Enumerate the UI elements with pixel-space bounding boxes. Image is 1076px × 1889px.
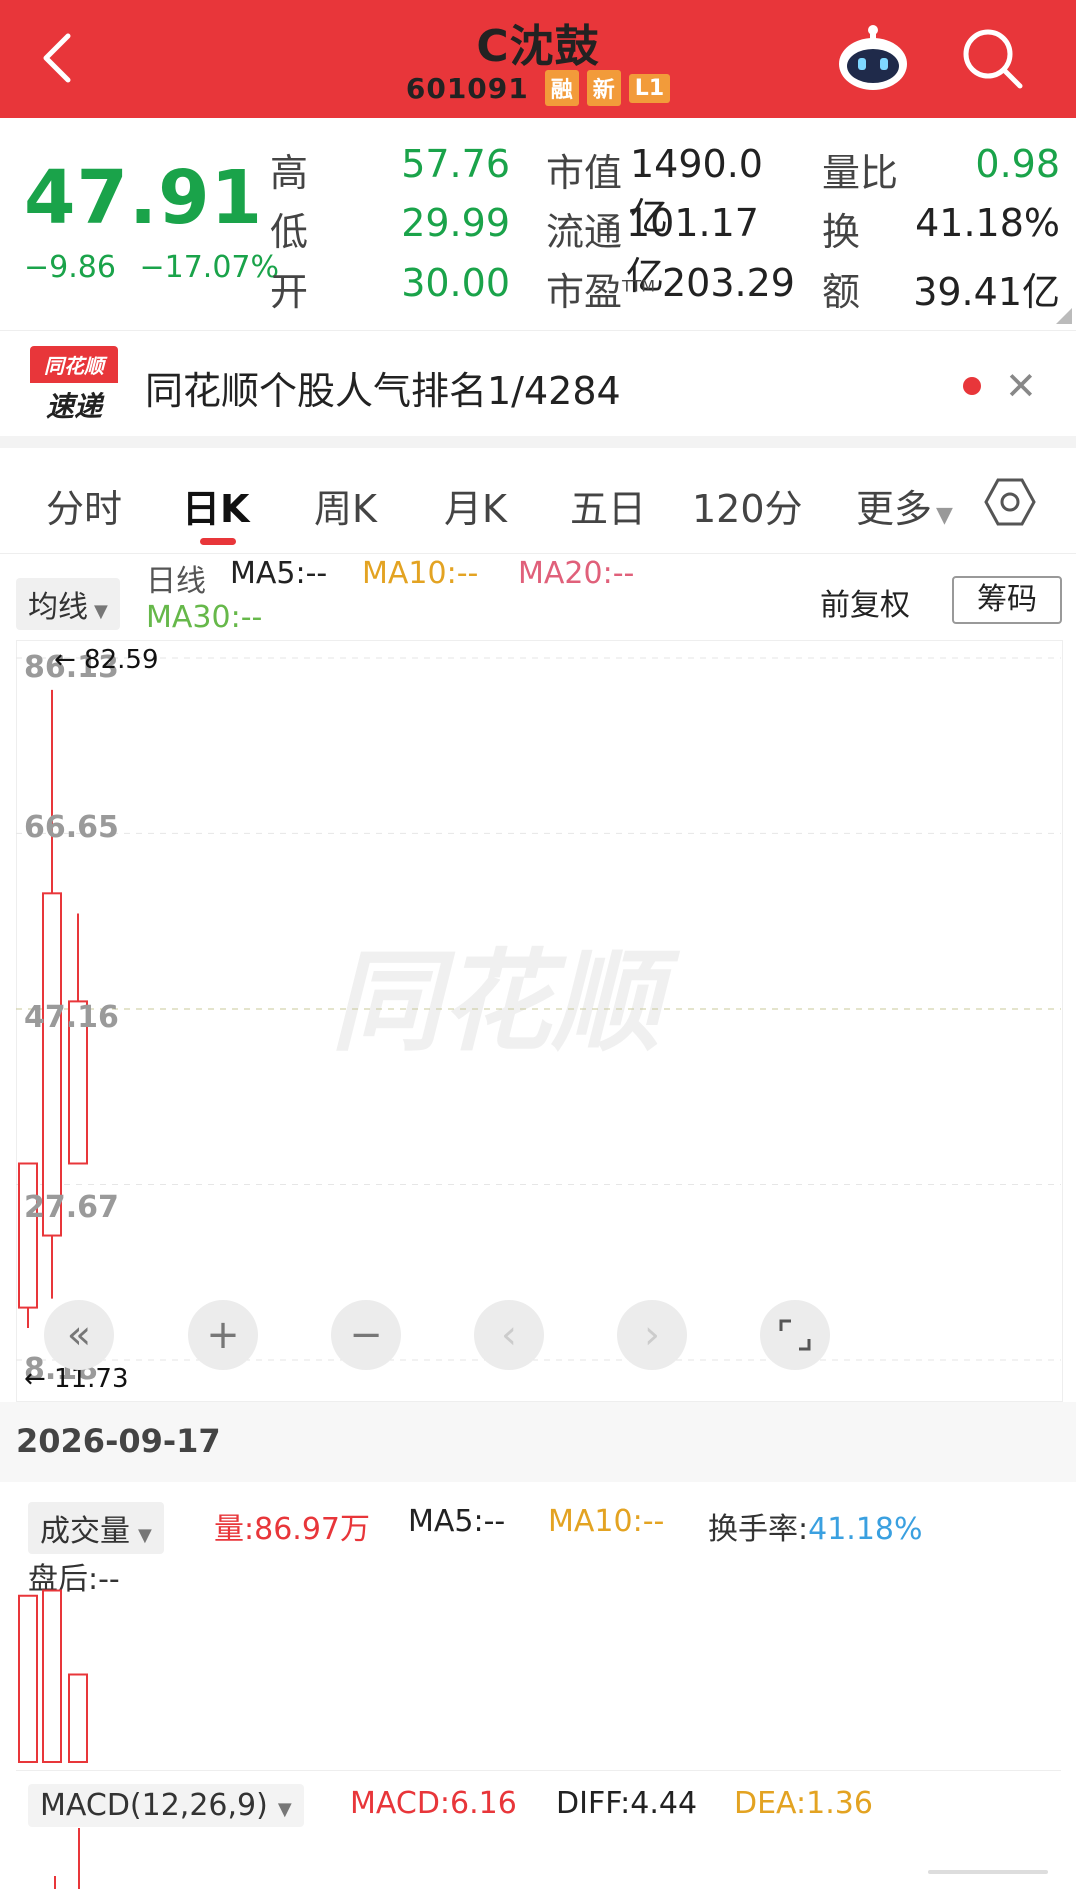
selected-date: 2026-09-17 bbox=[16, 1422, 221, 1460]
new-tag: 新 bbox=[586, 70, 621, 106]
tab-monthly-k[interactable]: 月K bbox=[444, 478, 507, 533]
ma30-value: MA30:-- bbox=[146, 600, 263, 635]
ttm-label: TTM bbox=[622, 276, 656, 296]
logo-bottom-text: 速递 bbox=[45, 390, 102, 423]
macd-bar bbox=[78, 1828, 80, 1889]
turnover-value: 41.18% bbox=[915, 201, 1060, 245]
popularity-rank-text[interactable]: 同花顺个股人气排名1/4284 bbox=[145, 360, 621, 415]
change-amount: −9.86 bbox=[24, 250, 116, 285]
macd-selector[interactable]: MACD(12,26,9) ▼ bbox=[28, 1784, 304, 1827]
search-icon[interactable] bbox=[958, 24, 1028, 94]
rewind-button[interactable]: « bbox=[44, 1300, 114, 1370]
close-icon[interactable]: ✕ bbox=[1005, 364, 1037, 408]
y-axis-label: 66.65 bbox=[24, 810, 119, 845]
level1-tag: L1 bbox=[628, 73, 671, 103]
active-tab-indicator bbox=[200, 538, 236, 545]
float-cap-label: 流通 bbox=[546, 210, 623, 254]
chips-button[interactable]: 筹码 bbox=[952, 576, 1062, 624]
y-axis-label: 47.16 bbox=[24, 1000, 119, 1035]
low-value: 29.99 bbox=[401, 201, 510, 245]
divider bbox=[0, 436, 1076, 448]
tab-intraday[interactable]: 分时 bbox=[46, 478, 122, 533]
dea-value: DEA:1.36 bbox=[734, 1786, 873, 1821]
diff-value: DIFF:4.44 bbox=[556, 1786, 698, 1821]
watermark: 同花顺 bbox=[331, 938, 681, 1066]
pe-label-text: 市盈 bbox=[546, 270, 623, 314]
zoom-in-button[interactable]: + bbox=[188, 1300, 258, 1370]
stock-name: C沈鼓 bbox=[476, 21, 600, 72]
ma10-value: MA10:-- bbox=[362, 556, 479, 591]
tab-more[interactable]: 更多 ▼ bbox=[856, 478, 953, 533]
low-label: 低 bbox=[270, 210, 309, 254]
tab-weekly-k[interactable]: 周K bbox=[314, 478, 377, 533]
change-percent: −17.07% bbox=[139, 250, 280, 285]
candle-body bbox=[18, 1162, 38, 1309]
stock-code: 601091 bbox=[405, 71, 529, 105]
tab-daily-k[interactable]: 日K bbox=[182, 478, 249, 533]
chevron-down-icon: ▼ bbox=[94, 601, 108, 622]
scroll-left-button[interactable]: ‹ bbox=[474, 1300, 544, 1370]
amount-value: 39.41亿 bbox=[913, 270, 1060, 314]
settings-hexagon-icon[interactable] bbox=[984, 476, 1036, 528]
logo-top-text: 同花顺 bbox=[30, 346, 118, 383]
chevron-down-icon: ▼ bbox=[277, 1799, 292, 1820]
high-label: 高 bbox=[270, 151, 309, 195]
pe-label: 市盈TTM bbox=[546, 261, 655, 316]
price-change: −9.86 −17.07% bbox=[24, 250, 279, 285]
tab-more-label: 更多 bbox=[856, 487, 933, 531]
open-value: 30.00 bbox=[401, 261, 510, 305]
scroll-right-button[interactable]: › bbox=[617, 1300, 687, 1370]
chevron-down-icon: ▼ bbox=[936, 503, 953, 528]
margin-tag: 融 bbox=[544, 70, 579, 106]
ma-selector-label: 均线 bbox=[28, 590, 88, 625]
divider bbox=[16, 1770, 1061, 1771]
volume-ratio-value: 0.98 bbox=[975, 142, 1060, 186]
tab-120-min[interactable]: 120分 bbox=[692, 478, 803, 533]
turnover-label: 换 bbox=[822, 210, 861, 254]
fullscreen-icon bbox=[779, 1319, 811, 1351]
ma5-value: MA5:-- bbox=[230, 556, 328, 591]
kline-canvas: 同花顺 bbox=[16, 657, 1061, 1361]
macd-bar bbox=[54, 1876, 56, 1889]
y-axis-label: 27.67 bbox=[24, 1190, 119, 1225]
pe-value: 203.29 bbox=[662, 261, 795, 305]
volume-bar bbox=[18, 1594, 38, 1763]
fullscreen-button[interactable] bbox=[760, 1300, 830, 1370]
robot-assistant-icon[interactable] bbox=[833, 22, 913, 94]
expand-corner-icon[interactable] bbox=[1052, 304, 1072, 324]
price-adjust-toggle[interactable]: 前复权 bbox=[820, 580, 910, 624]
high-value: 57.76 bbox=[401, 142, 510, 186]
candle-body bbox=[42, 892, 62, 1237]
current-price: 47.91 bbox=[24, 155, 264, 241]
zoom-out-button[interactable]: − bbox=[331, 1300, 401, 1370]
stock-code-row: 601091 融 新 L1 bbox=[0, 70, 1076, 106]
macd-value: MACD:6.16 bbox=[350, 1786, 517, 1821]
macd-selector-label: MACD(12,26,9) bbox=[40, 1788, 268, 1823]
volume-bar bbox=[68, 1673, 88, 1763]
ma-prefix: 日线 bbox=[146, 564, 206, 599]
high-price-marker: ← 82.59 bbox=[54, 645, 159, 675]
volume-chart[interactable] bbox=[16, 1490, 1061, 1768]
ma-selector[interactable]: 均线 ▼ bbox=[16, 578, 120, 630]
market-cap-label: 市值 bbox=[546, 151, 623, 195]
amount-label: 额 bbox=[822, 270, 861, 314]
volume-bar bbox=[42, 1589, 62, 1763]
open-label: 开 bbox=[270, 270, 309, 314]
tab-five-day[interactable]: 五日 bbox=[570, 478, 646, 533]
ma20-value: MA20:-- bbox=[518, 556, 635, 591]
divider bbox=[0, 553, 1076, 554]
volume-ratio-label: 量比 bbox=[822, 151, 899, 195]
notification-dot bbox=[963, 377, 981, 395]
tonghuashun-express-logo: 同花顺 速递 bbox=[30, 346, 118, 423]
scroll-indicator-icon bbox=[928, 1870, 1048, 1874]
